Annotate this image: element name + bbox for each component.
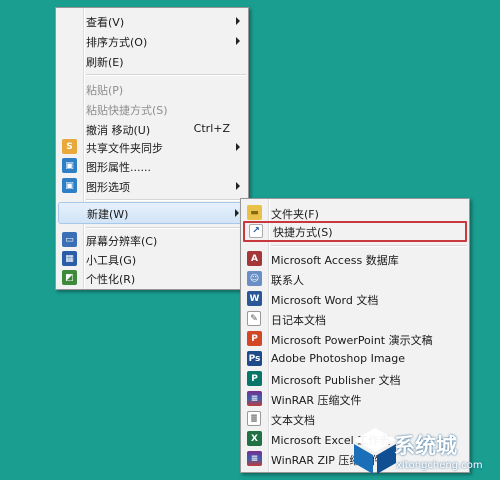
graphics-properties-icon: ▣ [62,158,77,173]
gadgets-icon: ▦ [62,251,77,266]
menu-item-graphics-properties[interactable]: ▣ 图形属性...... [58,156,246,175]
submenu-item-label: Microsoft Word 文档 [271,294,379,307]
shortcut-icon: ↗ [249,224,263,238]
menu-item-label: 查看(V) [86,16,125,29]
submenu-item-access[interactable]: A Microsoft Access 数据库 [243,249,467,268]
excel-icon: X [247,431,262,446]
contact-icon: ☺ [247,271,262,286]
menu-item-shortcut: Ctrl+Z [193,122,230,135]
submenu-item-label: 快捷方式(S) [273,226,333,239]
sync-icon: S [62,139,77,154]
menu-item-label: 刷新(E) [86,56,124,69]
submenu-item-label: Microsoft Access 数据库 [271,254,399,267]
menu-separator [86,199,246,201]
watermark-text: 系统城 [394,434,457,458]
submenu-arrow-icon [236,17,240,25]
submenu-item-photoshop[interactable]: Ps Adobe Photoshop Image [243,349,467,368]
menu-item-label: 排序方式(O) [86,36,148,49]
monitor-icon: ▭ [62,232,77,247]
submenu-item-contact[interactable]: ☺ 联系人 [243,269,467,288]
photoshop-icon: Ps [247,351,262,366]
site-watermark: 系统城 xitongcheng.com [350,420,500,480]
submenu-item-publisher[interactable]: P Microsoft Publisher 文档 [243,369,467,388]
menu-item-refresh[interactable]: 刷新(E) [58,51,246,70]
submenu-item-folder[interactable]: ▬ 文件夹(F) [243,203,467,222]
menu-item-label: 小工具(G) [86,254,137,267]
menu-item-label: 粘贴快捷方式(S) [86,104,168,117]
menu-item-graphics-options[interactable]: ▣ 图形选项 [58,176,246,195]
menu-item-label: 图形选项 [86,181,130,194]
submenu-arrow-icon [236,37,240,45]
watermark-logo-icon [354,428,396,474]
submenu-item-journal[interactable]: ✎ 日记本文档 [243,309,467,328]
menu-item-label: 个性化(R) [86,273,136,286]
menu-item-share-sync[interactable]: S 共享文件夹同步 [58,137,246,156]
access-icon: A [247,251,262,266]
menu-item-personalize[interactable]: ◩ 个性化(R) [58,268,246,287]
word-icon: W [247,291,262,306]
winrar-zip-icon: ≡ [247,451,262,466]
menu-item-sort[interactable]: 排序方式(O) [58,31,246,50]
winrar-icon: ≡ [247,391,262,406]
menu-item-label: 共享文件夹同步 [86,142,163,155]
menu-item-label: 屏幕分辨率(C) [86,235,158,248]
menu-item-gadgets[interactable]: ▦ 小工具(G) [58,249,246,268]
submenu-item-winrar[interactable]: ≡ WinRAR 压缩文件 [243,389,467,408]
submenu-item-word[interactable]: W Microsoft Word 文档 [243,289,467,308]
submenu-arrow-icon [236,143,240,151]
submenu-item-label: 联系人 [271,274,304,287]
menu-item-label: 粘贴(P) [86,84,124,97]
submenu-item-label: 文本文档 [271,414,315,427]
submenu-item-label: Microsoft PowerPoint 演示文稿 [271,334,433,347]
publisher-icon: P [247,371,262,386]
menu-item-new[interactable]: 新建(W) [58,202,246,224]
menu-item-paste: 粘贴(P) [58,79,246,98]
submenu-arrow-icon [235,209,239,217]
watermark-url: xitongcheng.com [396,460,483,471]
personalize-icon: ◩ [62,270,77,285]
folder-icon: ▬ [247,205,262,220]
desktop-context-menu: 查看(V) 排序方式(O) 刷新(E) 粘贴(P) 粘贴快捷方式(S) 撤消 移… [55,7,249,290]
submenu-item-label: Adobe Photoshop Image [271,352,406,365]
text-document-icon: ≣ [247,411,261,426]
submenu-item-shortcut[interactable]: ↗ 快捷方式(S) [243,221,467,242]
menu-item-undo-move[interactable]: 撤消 移动(U) Ctrl+Z [58,119,246,138]
menu-item-label: 新建(W) [87,208,129,221]
submenu-item-label: 文件夹(F) [271,208,319,221]
menu-separator [86,74,246,76]
menu-item-screen-resolution[interactable]: ▭ 屏幕分辨率(C) [58,230,246,249]
menu-item-label: 图形属性...... [86,161,151,174]
journal-icon: ✎ [247,311,261,326]
submenu-item-label: Microsoft Publisher 文档 [271,374,401,387]
menu-separator [86,227,246,229]
menu-separator [271,245,467,247]
menu-item-paste-shortcut: 粘贴快捷方式(S) [58,99,246,118]
submenu-item-label: WinRAR 压缩文件 [271,394,362,407]
menu-item-view[interactable]: 查看(V) [58,11,246,30]
menu-item-label: 撤消 移动(U) [86,124,151,137]
submenu-item-powerpoint[interactable]: P Microsoft PowerPoint 演示文稿 [243,329,467,348]
powerpoint-icon: P [247,331,262,346]
graphics-options-icon: ▣ [62,178,77,193]
submenu-arrow-icon [236,182,240,190]
submenu-item-label: 日记本文档 [271,314,326,327]
